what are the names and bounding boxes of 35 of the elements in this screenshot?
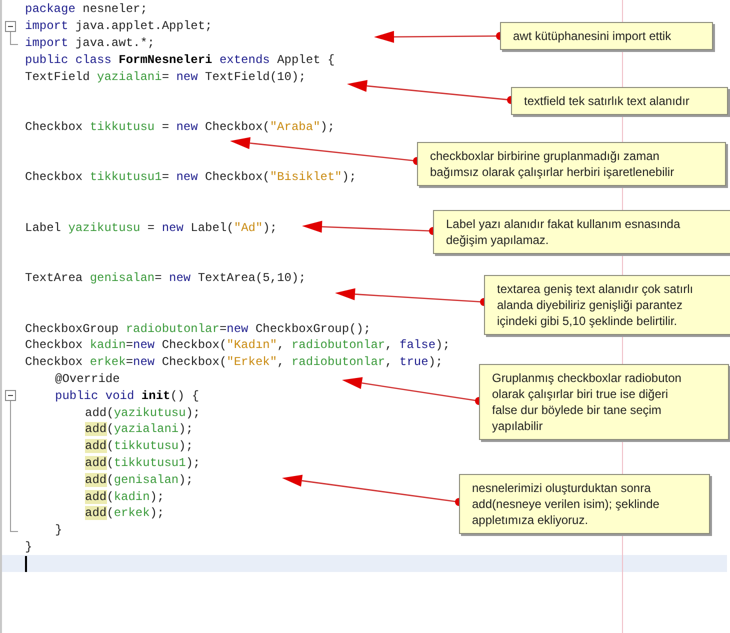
code-line: package nesneler; [25,2,148,16]
code-line: add(yazikutusu); [84,406,200,420]
fold-toggle-icon[interactable] [5,20,16,32]
code-line: TextField yazialani= new TextField(10); [25,70,306,84]
code-line: } [54,523,62,538]
code-line: import java.applet.Applet; [25,19,212,34]
code-line: public void init() { [54,388,200,403]
text-cursor [25,556,27,572]
fold-end-icon [10,518,18,532]
code-line: import java.awt.*; [25,36,155,50]
fold-end-icon [10,32,18,45]
callout-note: nesnelerimizi oluşturduktan sonra add(nesneye verilen isim); şeklinde appletımıza ekliyoruz. [459,474,710,534]
code-line: add(tikkutusu1); [84,456,200,470]
code-line: add(kadin); [84,490,164,504]
code-line: Checkbox erkek=new Checkbox("Erkek", radiobutonlar, true); [25,355,443,370]
callout-note: Gruplanmış checkboxlar radiobuton olarak çalışırlar biri true ise diğeri false dur böylede bir tane seçim yapılabilir [479,364,729,440]
code-line: Checkbox tikkutusu1= new Checkbox("Bisiklet"); [25,170,356,184]
code-line: TextArea genisalan= new TextArea(5,10); [25,271,306,286]
code-line: add(yazialani); [84,422,194,436]
code-line: CheckboxGroup radiobutonlar=new CheckboxGroup(); [25,322,371,336]
code-line: } [25,540,32,554]
callout-note: Label yazı alanıdır fakat kullanım esnasında değişim yapılamaz. [433,210,730,254]
code-line: Checkbox kadin=new Checkbox("Kadın", radiobutonlar, false); [25,338,450,352]
code-line: public class FormNesneleri extends Applet { [25,52,335,67]
fold-toggle-icon[interactable] [5,390,16,402]
callout-note: awt kütüphanesini import ettik [500,22,713,50]
code-line: Checkbox tikkutusu = new Checkbox("Araba"); [25,120,335,134]
callout-note: textarea geniş text alanıdır çok satırlı alanda diyebiliriz genişliği parantez içindeki gibi 5,10 şeklinde belirtilir. [484,275,730,335]
code-line: add(erkek); [84,506,164,520]
code-line: add(genisalan); [84,472,194,487]
callout-note: textfield tek satırlık text alanıdır [511,87,728,115]
callout-note: checkboxlar birbirine gruplanmadığı zaman bağımsız olarak çalışırlar herbiri işaretlenebilir [417,142,726,186]
code-line: add(tikkutusu); [84,439,194,454]
code-line: @Override [54,372,120,386]
code-line: Label yazikutusu = new Label("Ad"); [25,220,278,235]
